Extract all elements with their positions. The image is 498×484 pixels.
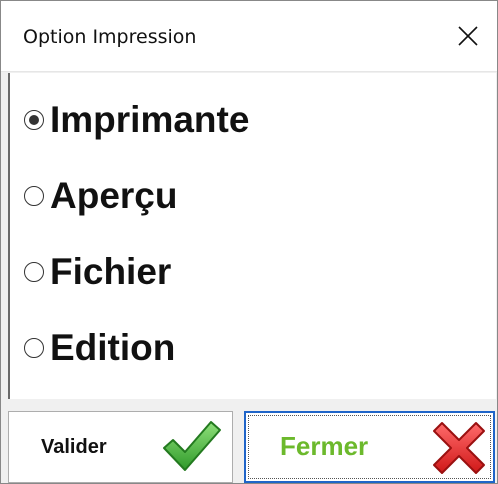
red-cross-icon (433, 422, 485, 474)
dialog-title: Option Impression (23, 26, 197, 48)
radio-edition[interactable] (24, 338, 44, 358)
option-label-imprimante: Imprimante (50, 99, 250, 140)
radio-imprimante[interactable] (24, 110, 44, 130)
option-imprimante[interactable]: Imprimante (24, 100, 249, 140)
close-icon (458, 26, 478, 46)
option-label-fichier: Fichier (50, 251, 172, 292)
print-options-group: Imprimante Aperçu Fichier Edition (8, 73, 496, 399)
option-edition[interactable]: Edition (24, 328, 175, 368)
fermer-label: Fermer (280, 431, 369, 461)
option-fichier[interactable]: Fichier (24, 252, 171, 292)
radio-fichier[interactable] (24, 262, 44, 282)
option-label-edition: Edition (50, 327, 176, 368)
checkmark-icon (163, 421, 221, 471)
print-options-dialog: Option Impression Imprimante Aperçu Fich… (0, 0, 498, 484)
valider-label: Valider (41, 436, 107, 458)
option-apercu[interactable]: Aperçu (24, 176, 177, 216)
valider-button[interactable]: Valider (8, 411, 233, 483)
close-button[interactable] (453, 21, 483, 51)
fermer-button[interactable]: Fermer (244, 411, 495, 483)
option-label-apercu: Aperçu (50, 175, 178, 216)
title-bar: Option Impression (1, 1, 497, 72)
radio-apercu[interactable] (24, 186, 44, 206)
